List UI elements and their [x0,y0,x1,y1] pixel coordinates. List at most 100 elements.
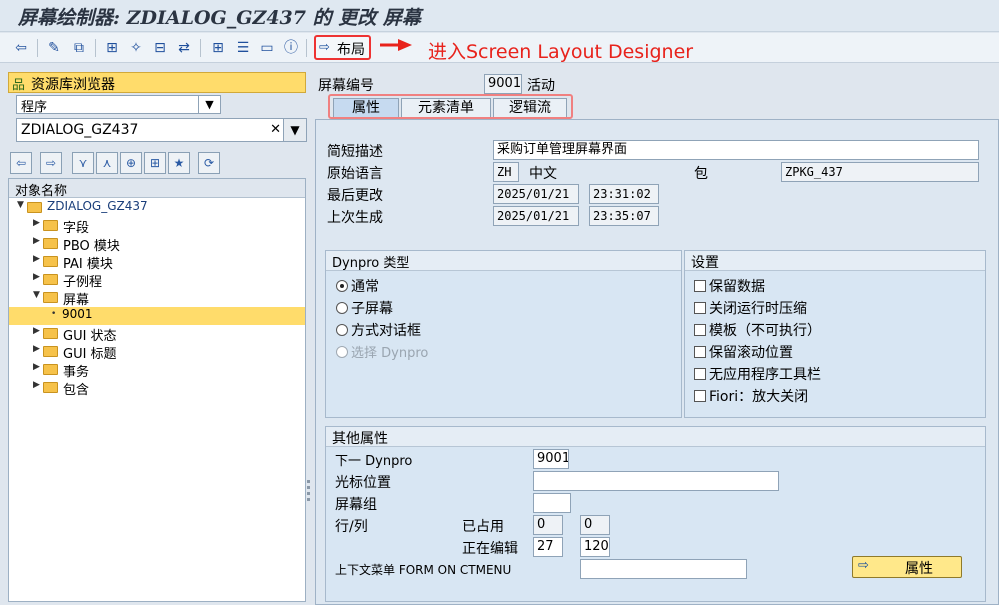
checkbox-hold-data[interactable]: 保留数据 [694,276,765,296]
collapsed-icon[interactable]: ▶ [33,236,40,246]
group-header: Dynpro 类型 [326,251,681,271]
dynpro-type-group: Dynpro 类型 通常 子屏幕 方式对话框 选择 Dynpro [325,250,682,418]
object-list-icon[interactable]: ⊞ [209,39,227,57]
expanded-icon[interactable]: ▼ [33,290,40,300]
tree-node[interactable]: ▶ PBO 模块 [33,235,305,254]
tree-root[interactable]: ▼ ZDIALOG_GZ437 [17,199,305,217]
where-used-icon[interactable]: ⊟ [151,39,169,57]
collapse-icon[interactable]: ⋎ [72,152,94,174]
object-name-input[interactable]: ZDIALOG_GZ437 ✕ [16,118,288,142]
indent-icon[interactable]: ☰ [234,39,252,57]
orig-lang-name: 中文 [529,166,557,182]
navigate-icon[interactable]: ⇄ [175,39,193,57]
tree-node[interactable]: ▼ 屏幕 [33,289,305,308]
layout-button[interactable]: ⇨ 布局 [314,35,371,60]
collapsed-icon[interactable]: ▶ [33,344,40,354]
chevron-down-icon[interactable]: ▼ [198,96,220,113]
hierarchy-icon[interactable]: ⊞ [103,39,121,57]
radio-selected-icon[interactable] [336,280,348,292]
attributes-button[interactable]: ⇨ 属性 [852,556,962,578]
annotation-arrow-icon [380,39,412,51]
cursor-position-label: 光标位置 [335,475,391,491]
screen-group-input[interactable] [533,493,571,513]
package-field: ZPKG_437 [781,162,979,182]
folder-icon [43,238,58,249]
editing-row-input[interactable]: 27 [533,537,563,557]
tab-flow-logic[interactable]: 逻辑流 [493,98,567,117]
screen-attributes-panel: 屏幕编号 9001 活动 属性 元素清单 逻辑流 简短描述 采购订单管理屏幕界面… [315,72,999,605]
expanded-icon[interactable]: ▼ [17,200,24,210]
tree-node-selected[interactable]: • 9001 [9,307,305,325]
editing-label: 正在编辑 [462,541,518,557]
radio-selection-screen: 选择 Dynpro [336,342,428,361]
collapsed-icon[interactable]: ▶ [33,380,40,390]
checkbox-hold-scroll[interactable]: 保留滚动位置 [694,342,793,362]
radio-modal-dialog[interactable]: 方式对话框 [336,320,421,340]
tab-attributes[interactable]: 属性 [333,98,399,117]
package-label: 包 [694,166,708,182]
tab-element-list[interactable]: 元素清单 [401,98,491,117]
radio-icon[interactable] [336,302,348,314]
collapsed-icon[interactable]: ▶ [33,254,40,264]
checkbox-no-compression[interactable]: 关闭运行时压缩 [694,298,807,318]
back-icon[interactable]: ⇦ [12,39,30,57]
radio-normal[interactable]: 通常 [336,276,379,296]
prev-object-icon[interactable]: ⇦ [10,152,32,174]
context-menu-label: 上下文菜单 FORM ON CTMENU [335,563,512,577]
checkbox-template[interactable]: 模板（不可执行） [694,320,821,340]
folder-open-icon [27,202,42,213]
clear-icon[interactable]: ✕ [270,122,281,137]
last-generated-date: 2025/01/21 [493,206,579,226]
hierarchy-icon[interactable]: ⊞ [144,152,166,174]
display-change-icon[interactable]: ✎ [45,39,63,57]
toolbar-separator [200,39,201,57]
tree-node[interactable]: ▶ GUI 状态 [33,325,305,344]
short-desc-input[interactable]: 采购订单管理屏幕界面 [493,140,979,160]
info-icon[interactable]: ⓘ [282,39,300,57]
favorites-icon[interactable]: ★ [168,152,190,174]
folder-open-icon [43,292,58,303]
refresh-icon[interactable]: ⟳ [198,152,220,174]
collapsed-icon[interactable]: ▶ [33,272,40,282]
tree-node[interactable]: ▶ 子例程 [33,271,305,290]
other-object-icon[interactable]: ⧉ [70,39,88,57]
checkbox-no-app-toolbar[interactable]: 无应用程序工具栏 [694,364,821,384]
radio-subscreen[interactable]: 子屏幕 [336,298,393,318]
collapsed-icon[interactable]: ▶ [33,218,40,228]
tree-column-header: 对象名称 [9,179,305,199]
cursor-position-input[interactable] [533,471,779,491]
forward-arrow-icon: ⇨ [319,40,330,55]
browser-toolbar: ⇦ ⇨ ⋎ ⋏ ⊕ ⊞ ★ ⟳ [8,152,306,176]
collapsed-icon[interactable]: ▶ [33,362,40,372]
group-header: 设置 [685,251,985,271]
screen-layout-icon[interactable]: ▭ [258,39,276,57]
hierarchy-icon: 品 [12,78,26,93]
expand-icon[interactable]: ⋏ [96,152,118,174]
context-menu-input[interactable] [580,559,747,579]
radio-icon[interactable] [336,324,348,336]
display-button[interactable]: ▼ [283,118,307,142]
find-icon[interactable]: ⊕ [120,152,142,174]
orig-lang-label: 原始语言 [327,166,383,182]
next-dynpro-label: 下一 Dynpro [335,454,413,469]
next-object-icon[interactable]: ⇨ [40,152,62,174]
magic-wand-icon[interactable]: ✧ [127,39,145,57]
tree-node[interactable]: ▶ 包含 [33,379,305,398]
repository-browser: 品 资源库浏览器 程序 ▼ ZDIALOG_GZ437 ✕ ▼ ⇦ ⇨ ⋎ ⋏ … [8,72,307,602]
tree-node[interactable]: ▶ 事务 [33,361,305,380]
tree-node[interactable]: ▶ 字段 [33,217,305,236]
occupied-col: 0 [580,515,610,535]
folder-icon [43,382,58,393]
checkbox-fiori-zoom-off[interactable]: Fiori：放大关闭 [694,386,808,406]
tree-node[interactable]: ▶ GUI 标题 [33,343,305,362]
next-dynpro-input[interactable]: 9001 [533,449,569,469]
panel-splitter[interactable] [307,480,311,510]
editing-col-input[interactable]: 120 [580,537,610,557]
folder-icon [43,346,58,357]
attributes-tab-panel: 简短描述 采购订单管理屏幕界面 原始语言 ZH 中文 包 ZPKG_437 最后… [315,119,999,605]
object-type-select[interactable]: 程序 ▼ [16,95,221,115]
last-changed-label: 最后更改 [327,188,383,204]
tree-node[interactable]: ▶ PAI 模块 [33,253,305,272]
collapsed-icon[interactable]: ▶ [33,326,40,336]
folder-icon [43,220,58,231]
